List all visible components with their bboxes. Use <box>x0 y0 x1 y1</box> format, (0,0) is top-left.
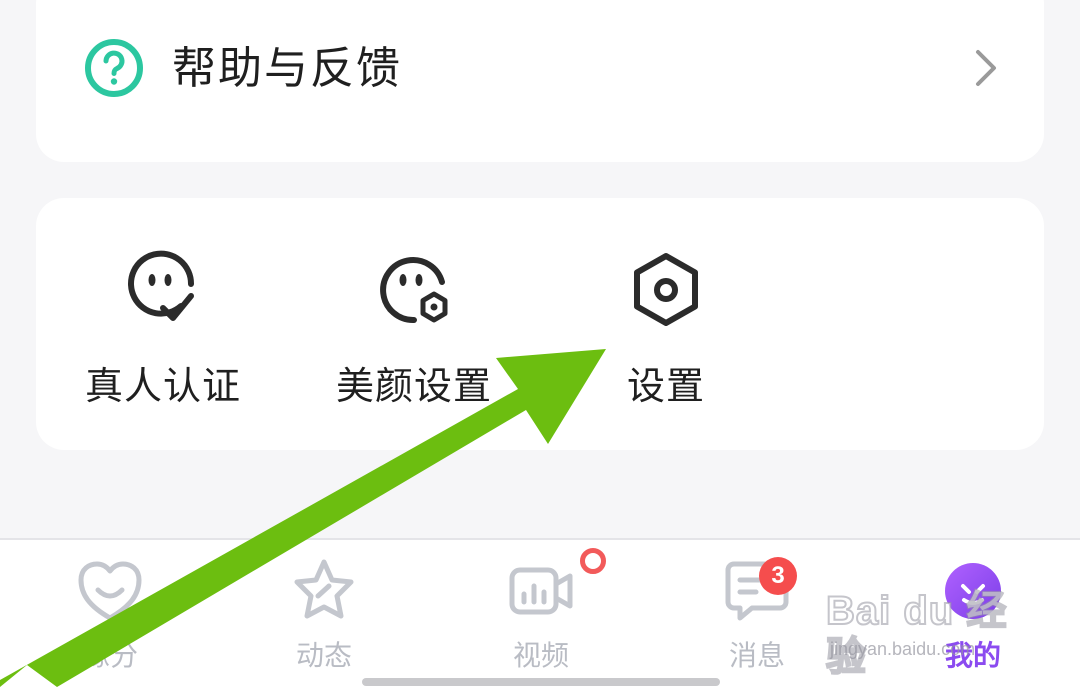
nav-tab-video[interactable]: 视频 <box>476 556 606 676</box>
nav-tab-messages[interactable]: 消息 <box>692 556 822 676</box>
real-person-verify-button[interactable]: 真人认证 <box>63 250 263 420</box>
nav-label: 我的 <box>944 639 1001 672</box>
nav-label: 缘分 <box>81 639 138 672</box>
nav-label: 消息 <box>728 639 785 672</box>
beauty-settings-button[interactable]: 美颜设置 <box>314 250 514 420</box>
settings-button[interactable]: 设置 <box>566 250 766 420</box>
nav-tab-fate[interactable]: 缘分 <box>45 556 175 676</box>
question-circle-icon <box>85 39 143 97</box>
video-notification-dot <box>580 548 606 574</box>
nav-label: 动态 <box>295 639 352 672</box>
hexagon-gear-icon <box>634 253 698 326</box>
profile-avatar-icon <box>945 563 1001 619</box>
face-check-icon <box>128 250 195 321</box>
nav-tab-moments[interactable]: 动态 <box>259 556 389 676</box>
video-camera-icon <box>509 567 573 615</box>
heart-smile-icon <box>78 561 142 621</box>
star-icon <box>294 559 354 619</box>
help-feedback-label: 帮助与反馈 <box>172 43 402 94</box>
nav-label: 视频 <box>512 639 569 672</box>
tool-label: 美颜设置 <box>335 364 492 408</box>
nav-tab-mine[interactable]: 我的 <box>908 556 1038 676</box>
tool-label: 真人认证 <box>84 364 241 408</box>
home-indicator-bar[interactable] <box>362 678 720 686</box>
chevron-right-icon <box>976 50 996 86</box>
unread-count-badge: 3 <box>759 557 797 595</box>
tool-label: 设置 <box>626 364 705 408</box>
face-gear-icon <box>380 257 448 324</box>
